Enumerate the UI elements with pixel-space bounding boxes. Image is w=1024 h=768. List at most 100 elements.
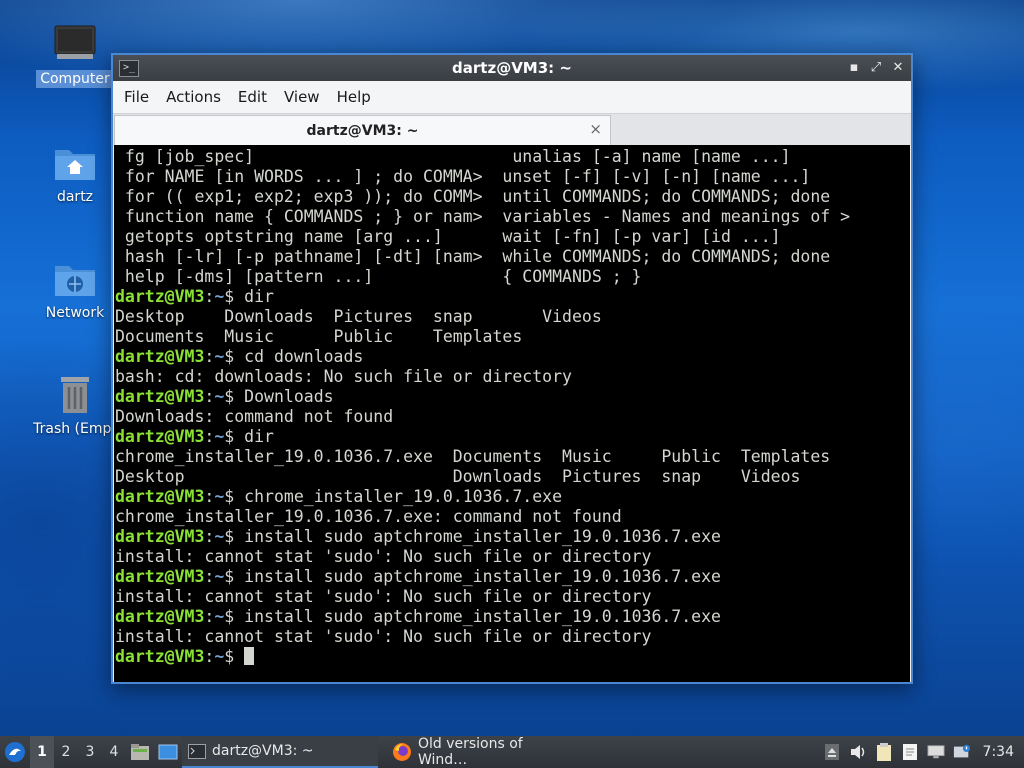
update-notifier-icon[interactable] — [953, 743, 971, 761]
prompt-separator: : — [204, 287, 215, 306]
file-manager-launcher[interactable] — [126, 743, 154, 761]
prompt-user: dartz@VM3 — [115, 347, 205, 366]
prompt-user: dartz@VM3 — [115, 527, 205, 546]
prompt-symbol: $ — [224, 387, 245, 406]
prompt-separator: : — [204, 527, 215, 546]
command-output-line: bash: cd: downloads: No such file or dir… — [115, 367, 572, 386]
terminal-window[interactable]: >_ dartz@VM3: ~ ▪ ⤢ ✕ File Actions Edit … — [111, 53, 913, 684]
command-text: cd downloads — [244, 347, 364, 366]
prompt-user: dartz@VM3 — [115, 387, 205, 406]
menu-help[interactable]: Help — [328, 88, 379, 106]
command-text: install sudo aptchrome_installer_19.0.10… — [244, 527, 721, 546]
menu-bar: File Actions Edit View Help — [113, 81, 911, 113]
show-desktop-button[interactable] — [154, 744, 182, 760]
prompt-user: dartz@VM3 — [115, 427, 205, 446]
terminal-icon: >_ — [119, 60, 139, 77]
desktop-icon-label: Trash (Empt — [33, 421, 117, 437]
terminal-command-line: dartz@VM3:~$ install sudo aptchrome_inst… — [115, 527, 910, 547]
prompt-path: ~ — [214, 347, 225, 366]
workspace-4[interactable]: 4 — [102, 744, 126, 760]
maximize-button[interactable]: ⤢ — [869, 58, 883, 78]
desktop-icon-home[interactable]: dartz — [27, 140, 123, 206]
minimize-button[interactable]: ▪ — [847, 58, 861, 78]
prompt-path: ~ — [214, 567, 225, 586]
command-output-line: Downloads: command not found — [115, 407, 394, 426]
command-text: dir — [244, 287, 274, 306]
menu-edit[interactable]: Edit — [229, 88, 275, 106]
prompt-separator: : — [204, 607, 215, 626]
help-output-line: fg [job_spec] unalias [-a] name [name ..… — [115, 147, 791, 166]
taskbar-task-label: Old versions of Wind… — [417, 736, 523, 768]
terminal-command-line: dartz@VM3:~$ install sudo aptchrome_inst… — [115, 607, 910, 627]
taskbar-task-terminal[interactable]: dartz@VM3: ~ — [182, 736, 378, 768]
prompt-user: dartz@VM3 — [115, 567, 205, 586]
prompt-separator: : — [204, 387, 215, 406]
prompt-user: dartz@VM3 — [115, 607, 205, 626]
clock[interactable]: 7:34 — [979, 744, 1020, 760]
menu-actions[interactable]: Actions — [157, 88, 229, 106]
taskbar: 1 2 3 4 dartz@VM3: ~ Old versions of Win… — [0, 736, 1024, 768]
workspace-3[interactable]: 3 — [78, 744, 102, 760]
home-folder-icon — [53, 140, 97, 184]
window-titlebar[interactable]: >_ dartz@VM3: ~ ▪ ⤢ ✕ — [113, 55, 911, 81]
desktop-icon-label: Network — [45, 305, 105, 321]
terminal-active-prompt: dartz@VM3:~$ — [115, 647, 910, 667]
menu-view[interactable]: View — [275, 88, 328, 106]
command-text: dir — [244, 427, 274, 446]
command-output-line: Desktop Downloads Pictures snap Videos — [115, 467, 801, 486]
terminal-command-line: dartz@VM3:~$ dir — [115, 427, 910, 447]
tab-terminal[interactable]: dartz@VM3: ~ × — [114, 115, 611, 145]
prompt-separator: : — [204, 567, 215, 586]
prompt-user: dartz@VM3 — [115, 487, 205, 506]
system-tray: 7:34 — [823, 743, 1024, 761]
prompt-symbol: $ — [224, 427, 245, 446]
prompt-separator: : — [204, 647, 215, 666]
prompt-path: ~ — [214, 487, 225, 506]
command-output-line: Documents Music Public Templates — [115, 327, 523, 346]
prompt-path: ~ — [214, 427, 225, 446]
terminal-command-line: dartz@VM3:~$ Downloads — [115, 387, 910, 407]
desktop-icon-network[interactable]: Network — [27, 256, 123, 322]
prompt-user: dartz@VM3 — [115, 287, 205, 306]
prompt-symbol: $ — [224, 527, 245, 546]
desktop-icon-label: dartz — [56, 189, 94, 205]
help-output-line: getopts optstring name [arg ...] wait [-… — [115, 227, 781, 246]
prompt-symbol: $ — [224, 347, 245, 366]
command-output-line: install: cannot stat 'sudo': No such fil… — [115, 547, 652, 566]
desktop-icon-label: Computer — [36, 70, 114, 88]
desktop-icon-trash[interactable]: Trash (Empt — [27, 372, 123, 438]
close-button[interactable]: ✕ — [891, 58, 905, 78]
prompt-symbol: $ — [224, 287, 245, 306]
prompt-symbol: $ — [224, 607, 245, 626]
window-title: dartz@VM3: ~ — [452, 59, 572, 77]
menu-file[interactable]: File — [115, 88, 157, 106]
text-cursor — [244, 647, 255, 665]
eject-icon[interactable] — [823, 743, 841, 761]
terminal-output[interactable]: fg [job_spec] unalias [-a] name [name ..… — [114, 145, 910, 682]
help-output-line: help [-dms] [pattern ...] { COMMANDS ; } — [115, 267, 642, 286]
help-output-line: function name { COMMANDS ; } or nam> var… — [115, 207, 851, 226]
command-output-line: chrome_installer_19.0.1036.7.exe Documen… — [115, 447, 831, 466]
terminal-command-line: dartz@VM3:~$ dir — [115, 287, 910, 307]
volume-icon[interactable] — [849, 743, 867, 761]
command-output-line: Desktop Downloads Pictures snap Videos — [115, 307, 602, 326]
clipboard-icon[interactable] — [875, 743, 893, 761]
help-output-line: for NAME [in WORDS ... ] ; do COMMA> uns… — [115, 167, 811, 186]
taskbar-task-firefox[interactable]: Old versions of Wind… — [386, 736, 582, 768]
help-output-line: for (( exp1; exp2; exp3 )); do COMM> unt… — [115, 187, 831, 206]
prompt-path: ~ — [214, 387, 225, 406]
network-connection-icon[interactable] — [926, 743, 945, 761]
tab-close-icon[interactable]: × — [589, 120, 602, 138]
start-menu-button[interactable] — [0, 736, 30, 768]
desktop-icon-computer[interactable]: Computer — [27, 22, 123, 88]
network-folder-icon — [53, 256, 97, 300]
prompt-separator: : — [204, 487, 215, 506]
workspace-2[interactable]: 2 — [54, 744, 78, 760]
prompt-path: ~ — [214, 647, 225, 666]
terminal-command-line: dartz@VM3:~$ chrome_installer_19.0.1036.… — [115, 487, 910, 507]
command-text: install sudo aptchrome_installer_19.0.10… — [244, 567, 721, 586]
workspace-1[interactable]: 1 — [30, 736, 54, 768]
notes-icon[interactable] — [901, 743, 919, 761]
command-text: install sudo aptchrome_installer_19.0.10… — [244, 607, 721, 626]
command-output-line: install: cannot stat 'sudo': No such fil… — [115, 627, 652, 646]
